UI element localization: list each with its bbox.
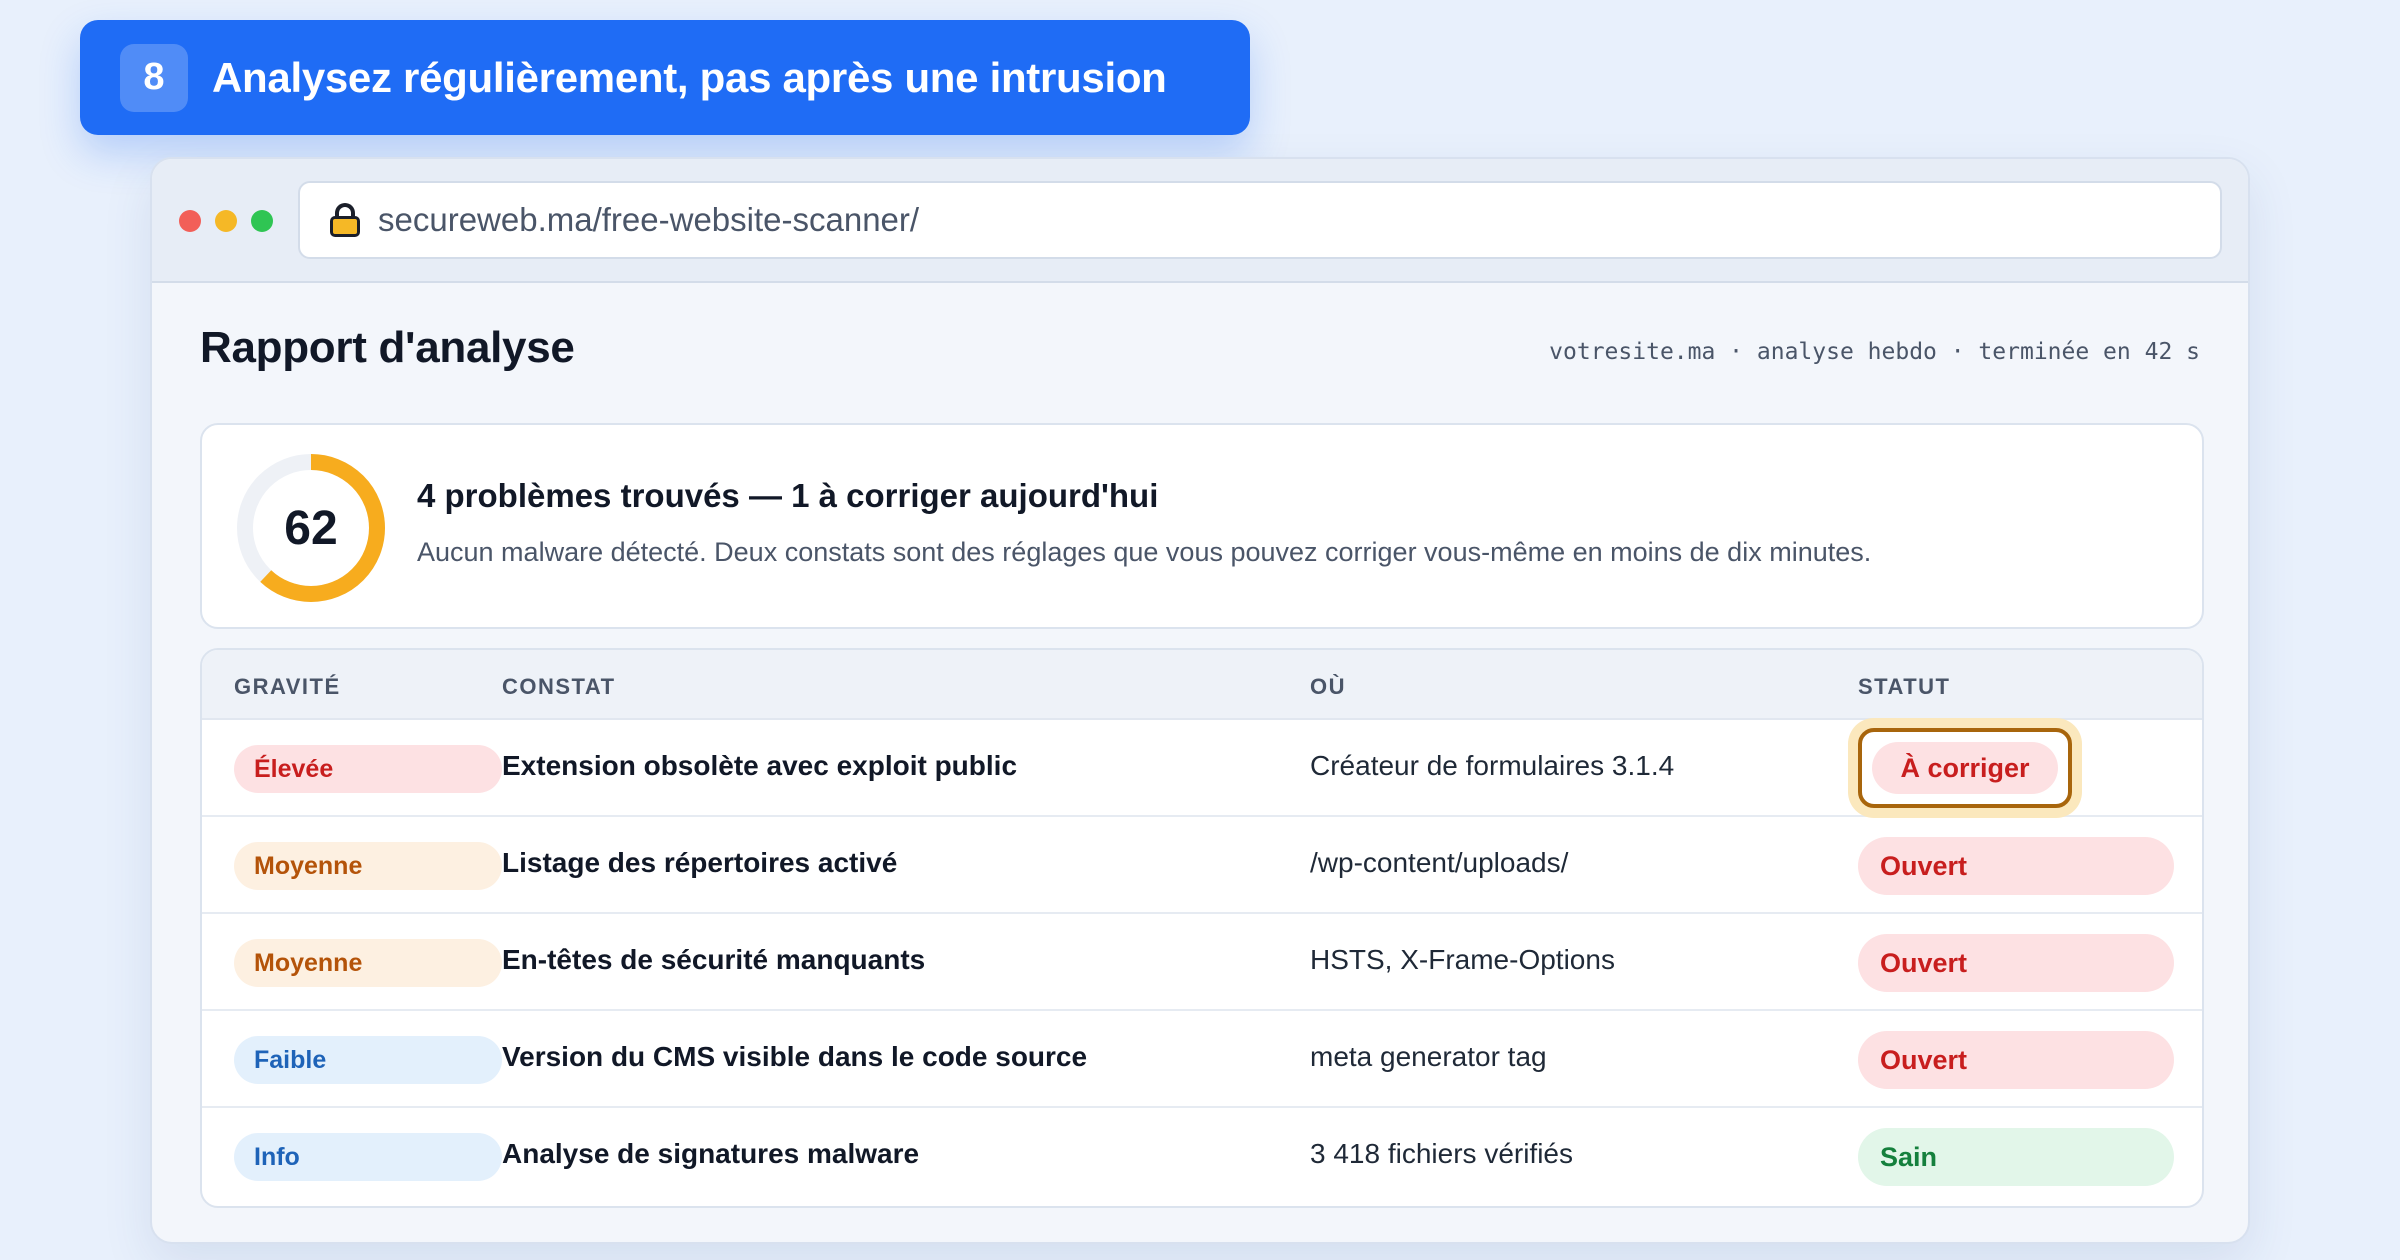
report-header: Rapport d'analyse votresite.ma · analyse… bbox=[200, 283, 2200, 423]
step-number: 8 bbox=[120, 43, 188, 112]
finding-cell: Analyse de signatures malware bbox=[502, 1138, 920, 1169]
summary-card: 62 4 problèmes trouvés — 1 à corriger au… bbox=[200, 423, 2204, 629]
column-header-status: STATUT bbox=[1858, 674, 1951, 699]
column-header-severity: GRAVITÉ bbox=[234, 674, 341, 699]
status-badge[interactable]: Ouvert bbox=[1858, 1031, 2174, 1089]
severity-badge: Faible bbox=[234, 1036, 502, 1084]
where-cell: 3 418 fichiers vérifiés bbox=[1310, 1138, 1574, 1169]
findings-table: GRAVITÉ CONSTAT OÙ STATUT Élevée Extensi… bbox=[200, 648, 2204, 1208]
where-cell: HSTS, X-Frame-Options bbox=[1310, 944, 1615, 975]
status-badge-highlighted[interactable]: À corriger bbox=[1858, 728, 2072, 808]
finding-cell: Extension obsolète avec exploit public bbox=[502, 750, 1018, 781]
severity-badge: Élevée bbox=[234, 745, 502, 793]
status-badge[interactable]: Ouvert bbox=[1858, 837, 2174, 895]
window-close-dot[interactable] bbox=[179, 210, 201, 232]
table-row[interactable]: Moyenne Listage des répertoires activé /… bbox=[202, 817, 2202, 914]
window-maximize-dot[interactable] bbox=[251, 210, 273, 232]
url-text[interactable]: secureweb.ma/free-website-scanner/ bbox=[378, 201, 919, 239]
report-meta: votresite.ma · analyse hebdo · terminée … bbox=[1549, 339, 2200, 365]
step-banner: 8 Analysez régulièrement, pas après une … bbox=[80, 20, 1250, 135]
table-row[interactable]: Info Analyse de signatures malware 3 418… bbox=[202, 1108, 2202, 1205]
browser-toolbar: secureweb.ma/free-website-scanner/ bbox=[152, 159, 2248, 283]
summary-detail: Aucun malware détecté. Deux constats son… bbox=[417, 537, 1872, 567]
window-minimize-dot[interactable] bbox=[215, 210, 237, 232]
table-header: GRAVITÉ CONSTAT OÙ STATUT bbox=[202, 650, 2202, 720]
finding-cell: Listage des répertoires activé bbox=[502, 847, 898, 878]
severity-badge: Moyenne bbox=[234, 939, 502, 987]
where-cell: meta generator tag bbox=[1310, 1041, 1547, 1072]
finding-cell: Version du CMS visible dans le code sour… bbox=[502, 1041, 1088, 1072]
browser-window: secureweb.ma/free-website-scanner/ Rappo… bbox=[150, 157, 2250, 1244]
step-title: Analysez régulièrement, pas après une in… bbox=[212, 53, 1167, 101]
table-row[interactable]: Faible Version du CMS visible dans le co… bbox=[202, 1011, 2202, 1108]
address-bar[interactable]: secureweb.ma/free-website-scanner/ bbox=[298, 181, 2222, 259]
page-content: Rapport d'analyse votresite.ma · analyse… bbox=[200, 283, 2204, 1208]
finding-cell: En-têtes de sécurité manquants bbox=[502, 944, 926, 975]
table-row[interactable]: Élevée Extension obsolète avec exploit p… bbox=[202, 720, 2202, 817]
where-cell: Créateur de formulaires 3.1.4 bbox=[1310, 750, 1675, 781]
status-badge[interactable]: Ouvert bbox=[1858, 934, 2174, 992]
severity-badge: Info bbox=[234, 1133, 502, 1181]
score-value: 62 bbox=[284, 501, 338, 555]
stage: 8 Analysez régulièrement, pas après une … bbox=[0, 0, 2400, 1260]
column-header-finding: CONSTAT bbox=[502, 674, 616, 699]
summary-headline: 4 problèmes trouvés — 1 à corriger aujou… bbox=[417, 477, 1159, 514]
where-cell: /wp-content/uploads/ bbox=[1310, 847, 1569, 878]
lock-icon bbox=[330, 203, 360, 237]
severity-badge: Moyenne bbox=[234, 842, 502, 890]
column-header-where: OÙ bbox=[1310, 674, 1346, 699]
status-badge[interactable]: Sain bbox=[1858, 1128, 2174, 1186]
table-row[interactable]: Moyenne En-têtes de sécurité manquants H… bbox=[202, 914, 2202, 1011]
report-title: Rapport d'analyse bbox=[200, 323, 575, 372]
status-badge-label: À corriger bbox=[1872, 742, 2058, 794]
